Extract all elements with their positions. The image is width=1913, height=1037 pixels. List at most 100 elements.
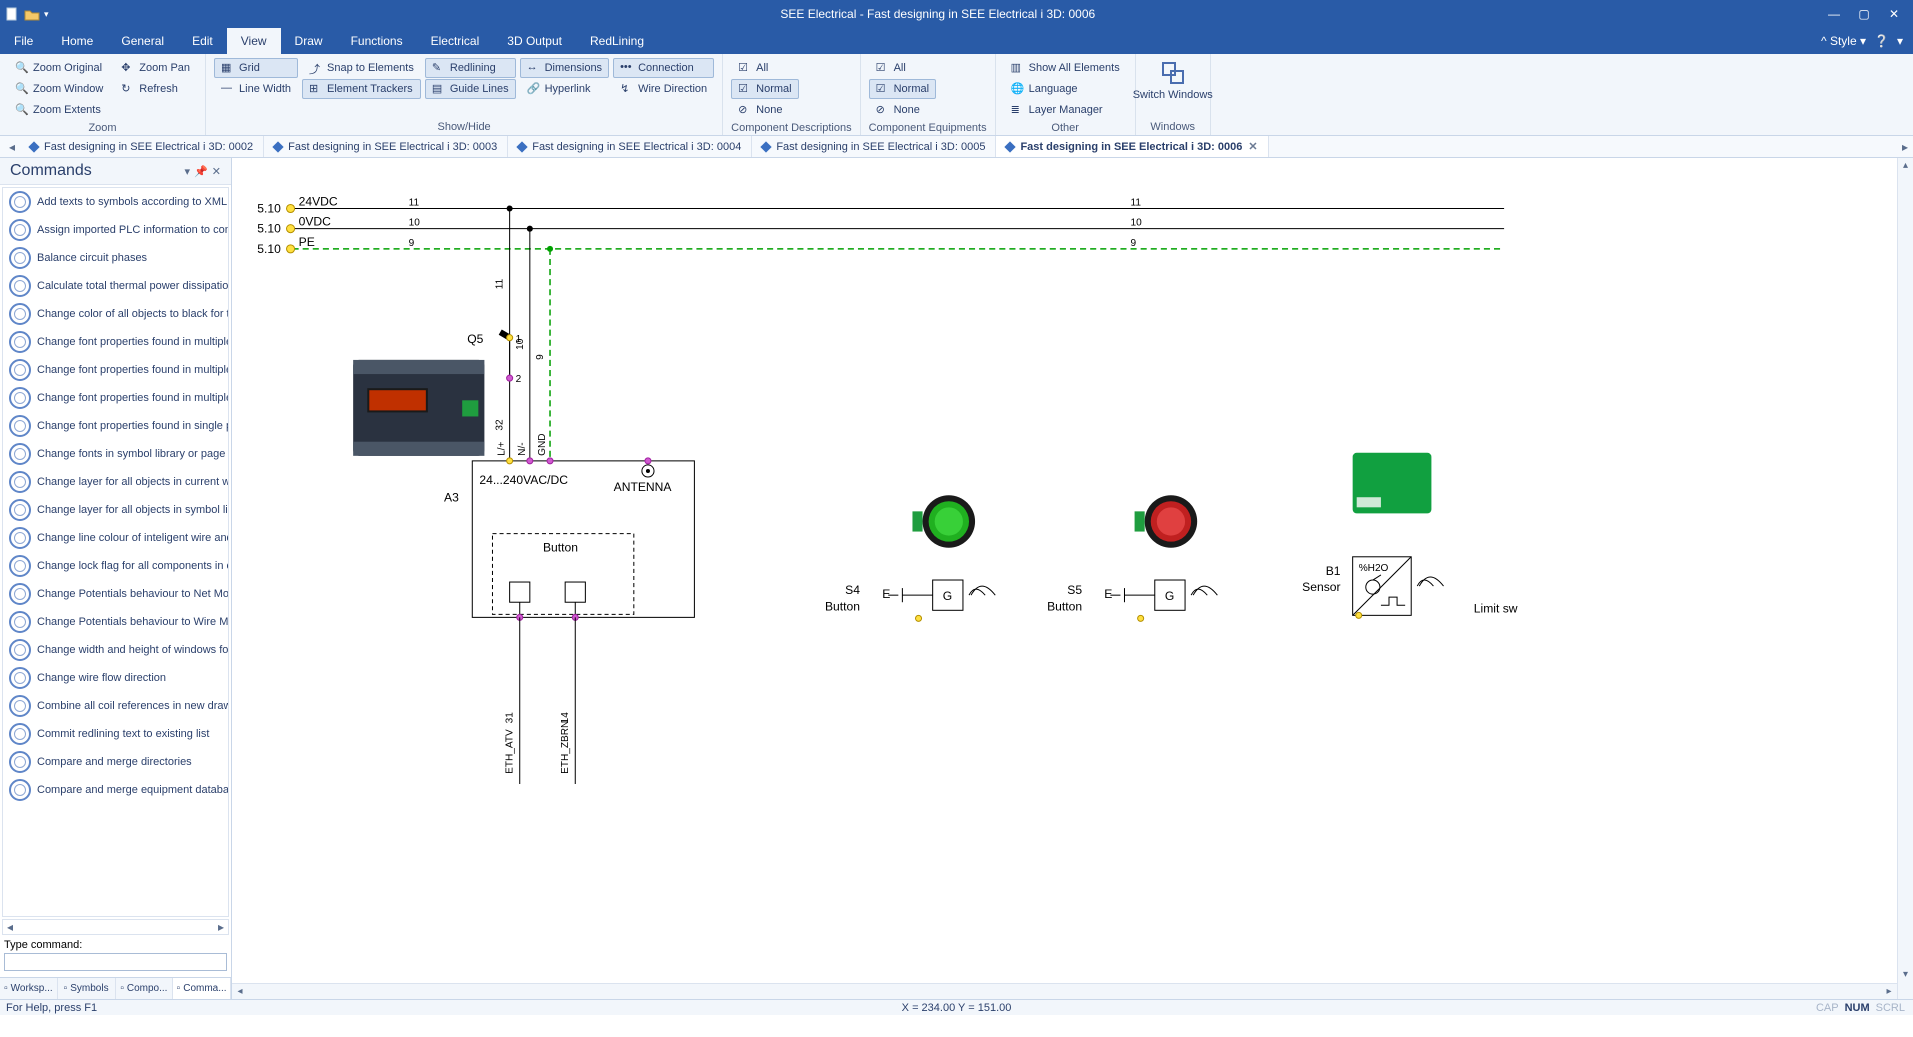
panel-tab-comma[interactable]: ▫Comma... (173, 978, 231, 999)
command-item[interactable]: Change font properties found in multiple… (3, 356, 228, 384)
doc-tab[interactable]: Fast designing in SEE Electrical i 3D: 0… (996, 136, 1268, 157)
svg-text:Button: Button (543, 541, 578, 555)
panel-tab-symbols[interactable]: ▫Symbols (58, 978, 116, 999)
command-item[interactable]: Calculate total thermal power dissipatio… (3, 272, 228, 300)
redlining-toggle[interactable]: ✎Redlining (425, 58, 516, 78)
canvas-hscroll[interactable]: ◂▸ (232, 983, 1897, 999)
menu-general[interactable]: General (107, 28, 178, 54)
compequip-all[interactable]: ☑All (869, 58, 936, 78)
layer-manager[interactable]: ≣Layer Manager (1004, 100, 1127, 120)
tab-scroll-left[interactable]: ◂ (4, 136, 20, 157)
command-item[interactable]: Change fonts in symbol library or page t… (3, 440, 228, 468)
zoom-window-button[interactable]: 🔍Zoom Window (8, 79, 110, 99)
svg-text:10: 10 (515, 338, 526, 350)
doc-tab[interactable]: Fast designing in SEE Electrical i 3D: 0… (20, 136, 264, 157)
command-item[interactable]: Change Potentials behaviour to Wire Mode (3, 608, 228, 636)
command-item[interactable]: Change width and height of windows font … (3, 636, 228, 664)
zoom-extents-button[interactable]: 🔍Zoom Extents (8, 100, 110, 120)
zoom-original-button[interactable]: 🔍Zoom Original (8, 58, 110, 78)
show-all-elements[interactable]: ▥Show All Elements (1004, 58, 1127, 78)
menu-view[interactable]: View (227, 28, 281, 54)
guides-toggle[interactable]: ▤Guide Lines (425, 79, 516, 99)
type-command-input[interactable] (4, 953, 227, 971)
linewidth-button[interactable]: —Line Width (214, 79, 298, 99)
menu-edit[interactable]: Edit (178, 28, 227, 54)
command-item[interactable]: Change layer for all objects in symbol l… (3, 496, 228, 524)
compdesc-normal[interactable]: ☑Normal (731, 79, 798, 99)
command-item[interactable]: Balance circuit phases (3, 244, 228, 272)
ribbon-group-showhide: ▦Grid —Line Width ⤴Snap to Elements ⊞Ele… (206, 54, 723, 135)
canvas-vscroll[interactable]: ▴ ▾ (1897, 158, 1913, 999)
status-scrl: SCRL (1876, 1002, 1905, 1014)
diamond-icon (272, 141, 283, 152)
panel-auto-hide-icon[interactable]: 📌 (194, 165, 208, 178)
commands-list[interactable]: Add texts to symbols according to XML fi… (2, 187, 229, 917)
command-item[interactable]: Change font properties found in single p… (3, 412, 228, 440)
command-item[interactable]: Compare and merge equipment databases (3, 776, 228, 804)
compdesc-none[interactable]: ⊘None (731, 100, 798, 120)
svg-text:G: G (1165, 589, 1174, 603)
switch-windows-button[interactable]: Switch Windows (1144, 58, 1202, 104)
command-icon (9, 499, 31, 521)
doc-tab[interactable]: Fast designing in SEE Electrical i 3D: 0… (752, 136, 996, 157)
ribbon-group-windows: Switch Windows Windows (1136, 54, 1211, 135)
svg-text:E: E (882, 587, 890, 601)
command-item[interactable]: Change color of all objects to black for… (3, 300, 228, 328)
compdesc-all[interactable]: ☑All (731, 58, 798, 78)
command-item[interactable]: Change font properties found in multiple… (3, 384, 228, 412)
menu-draw[interactable]: Draw (281, 28, 337, 54)
commands-hscroll[interactable]: ◂▸ (2, 919, 229, 935)
grid-toggle[interactable]: ▦Grid (214, 58, 298, 78)
hyperlink-button[interactable]: 🔗Hyperlink (520, 79, 609, 99)
doc-tab[interactable]: Fast designing in SEE Electrical i 3D: 0… (508, 136, 752, 157)
command-label: Assign imported PLC information to compo… (37, 224, 228, 236)
refresh-button[interactable]: ↻Refresh (114, 79, 197, 99)
command-item[interactable]: Compare and merge directories (3, 748, 228, 776)
wiredir-button[interactable]: ↯Wire Direction (613, 79, 714, 99)
panel-close-icon[interactable]: ✕ (212, 165, 221, 178)
menu-functions[interactable]: Functions (337, 28, 417, 54)
command-item[interactable]: Change Potentials behaviour to Net Mode (3, 580, 228, 608)
command-item[interactable]: Change wire flow direction (3, 664, 228, 692)
snap-button[interactable]: ⤴Snap to Elements (302, 58, 421, 78)
command-label: Combine all coil references in new drawi… (37, 700, 228, 712)
tab-scroll-right[interactable]: ▸ (1897, 136, 1913, 157)
drawing-canvas[interactable]: .wire { stroke:#000; stroke-width:1; fil… (232, 158, 1913, 999)
command-label: Change width and height of windows font … (37, 644, 228, 656)
menu-home[interactable]: Home (47, 28, 107, 54)
menu-3d-output[interactable]: 3D Output (493, 28, 576, 54)
help-icon[interactable]: ❔ (1874, 34, 1889, 48)
new-doc-icon[interactable] (4, 6, 20, 22)
menu-redlining[interactable]: RedLining (576, 28, 658, 54)
dimensions-toggle[interactable]: ↔Dimensions (520, 58, 609, 78)
menu-file[interactable]: File (0, 28, 47, 54)
command-item[interactable]: Combine all coil references in new drawi… (3, 692, 228, 720)
doc-tab[interactable]: Fast designing in SEE Electrical i 3D: 0… (264, 136, 508, 157)
compequip-normal[interactable]: ☑Normal (869, 79, 936, 99)
svg-text:PE: PE (299, 235, 315, 249)
compequip-none[interactable]: ⊘None (869, 100, 936, 120)
panel-tab-worksp[interactable]: ▫Worksp... (0, 978, 58, 999)
command-item[interactable]: Change font properties found in multiple… (3, 328, 228, 356)
plc-module-graphic (353, 360, 484, 456)
language-button[interactable]: 🌐Language (1004, 79, 1127, 99)
command-item[interactable]: Change line colour of inteligent wire an… (3, 524, 228, 552)
trackers-toggle[interactable]: ⊞Element Trackers (302, 79, 421, 99)
tab-close-icon[interactable]: ✕ (1248, 140, 1257, 153)
open-folder-icon[interactable] (24, 6, 40, 22)
command-item[interactable]: Commit redlining text to existing list (3, 720, 228, 748)
command-item[interactable]: Change layer for all objects in current … (3, 468, 228, 496)
maximize-button[interactable]: ▢ (1857, 7, 1871, 21)
minimize-button[interactable]: — (1827, 7, 1841, 21)
style-menu[interactable]: ^ Style ▾ (1821, 34, 1866, 48)
panel-tab-compo[interactable]: ▫Compo... (116, 978, 174, 999)
command-item[interactable]: Change lock flag for all components in c… (3, 552, 228, 580)
panel-pin-icon[interactable]: ▾ (185, 165, 191, 178)
command-item[interactable]: Add texts to symbols according to XML fi… (3, 188, 228, 216)
command-item[interactable]: Assign imported PLC information to compo… (3, 216, 228, 244)
ribbon-options-icon[interactable]: ▾ (1897, 34, 1903, 48)
close-button[interactable]: ✕ (1887, 7, 1901, 21)
connection-toggle[interactable]: •••Connection (613, 58, 714, 78)
zoom-pan-button[interactable]: ✥Zoom Pan (114, 58, 197, 78)
menu-electrical[interactable]: Electrical (417, 28, 494, 54)
